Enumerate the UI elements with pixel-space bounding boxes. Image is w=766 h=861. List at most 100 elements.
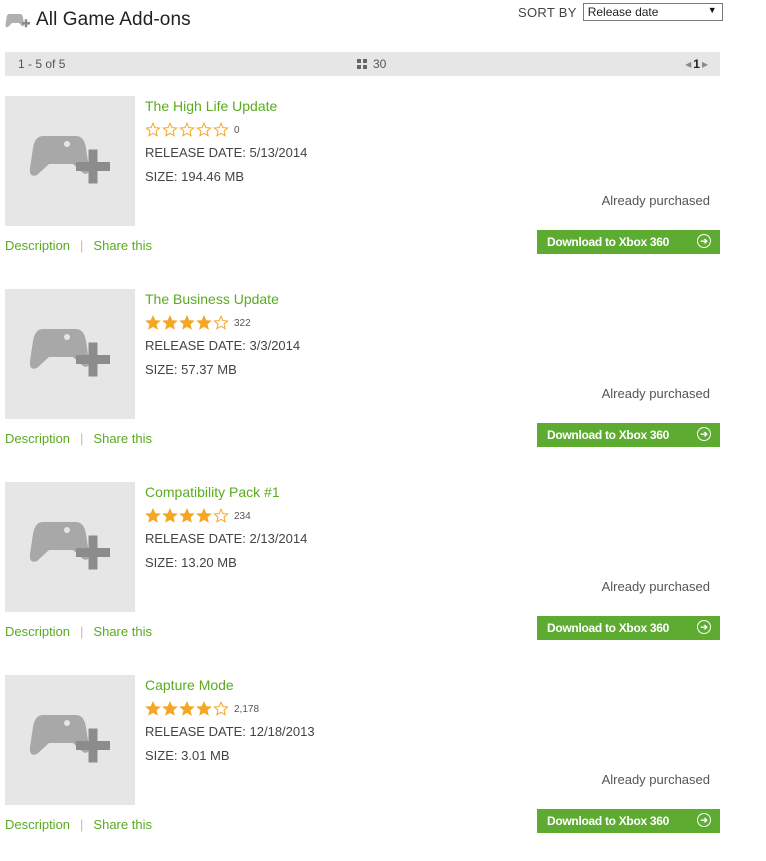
download-label: Download to Xbox 360	[547, 621, 670, 635]
download-button[interactable]: Download to Xbox 360 ➔	[537, 230, 720, 254]
addon-title[interactable]: The High Life Update	[145, 96, 307, 117]
link-divider: |	[80, 431, 84, 446]
star-empty-icon	[213, 508, 229, 523]
star-filled-icon	[179, 701, 195, 716]
item-links: Description | Share this	[5, 817, 152, 832]
addon-info: Capture Mode 2,178 RELEASE DATE: 12/18/2…	[145, 675, 315, 768]
addon-title[interactable]: Capture Mode	[145, 675, 315, 696]
description-link[interactable]: Description	[5, 817, 70, 832]
link-divider: |	[80, 817, 84, 832]
sort-select[interactable]: Release date ▼	[582, 3, 723, 21]
gamepad-plus-icon	[5, 14, 30, 28]
download-button[interactable]: Download to Xbox 360 ➔	[537, 423, 720, 447]
star-empty-icon	[213, 701, 229, 716]
addon-thumbnail[interactable]	[5, 675, 135, 805]
rating: 322	[145, 312, 300, 334]
item-links: Description | Share this	[5, 431, 152, 446]
addon-item: Capture Mode 2,178 RELEASE DATE: 12/18/2…	[5, 675, 720, 845]
release-date: RELEASE DATE: 5/13/2014	[145, 145, 308, 160]
item-links: Description | Share this	[5, 624, 152, 639]
arrow-right-circle-icon: ➔	[697, 620, 711, 634]
file-size: SIZE: 13.20 MB	[145, 555, 237, 570]
star-rating	[145, 122, 230, 138]
pagination-bar: 1 - 5 of 5 30 ◂ 1 ▸	[5, 52, 720, 76]
star-rating	[145, 315, 230, 331]
description-link[interactable]: Description	[5, 238, 70, 253]
share-link[interactable]: Share this	[93, 431, 152, 446]
addon-info: The Business Update 322 RELEASE DATE: 3/…	[145, 289, 300, 382]
file-size: SIZE: 3.01 MB	[145, 748, 230, 763]
star-rating	[145, 508, 230, 524]
download-button[interactable]: Download to Xbox 360 ➔	[537, 809, 720, 833]
addon-thumbnail[interactable]	[5, 482, 135, 612]
star-filled-icon	[162, 701, 178, 716]
star-filled-icon	[162, 315, 178, 330]
arrow-right-circle-icon: ➔	[697, 813, 711, 827]
release-date: RELEASE DATE: 3/3/2014	[145, 338, 301, 353]
release-date: RELEASE DATE: 12/18/2013	[145, 724, 315, 739]
addon-info: The High Life Update 0 RELEASE DATE: 5/1…	[145, 96, 307, 189]
share-link[interactable]: Share this	[93, 238, 152, 253]
arrow-right-circle-icon: ➔	[697, 427, 711, 441]
description-link[interactable]: Description	[5, 431, 70, 446]
items-per-page[interactable]: 30	[357, 57, 386, 71]
addon-title[interactable]: Compatibility Pack #1	[145, 482, 307, 503]
star-filled-icon	[162, 508, 178, 523]
gamepad-plus-icon	[29, 136, 110, 184]
description-link[interactable]: Description	[5, 624, 70, 639]
page-title: All Game Add-ons	[36, 9, 191, 30]
star-filled-icon	[145, 315, 161, 330]
download-label: Download to Xbox 360	[547, 428, 670, 442]
grid-icon	[357, 59, 367, 69]
star-empty-icon	[213, 315, 229, 330]
star-rating	[145, 701, 230, 717]
purchase-status: Already purchased	[601, 193, 710, 208]
prev-page-icon[interactable]: ◂	[685, 57, 691, 71]
addon-item: The Business Update 322 RELEASE DATE: 3/…	[5, 289, 720, 459]
download-label: Download to Xbox 360	[547, 235, 670, 249]
rating: 234	[145, 505, 307, 527]
rating-count: 322	[234, 317, 251, 329]
star-filled-icon	[145, 508, 161, 523]
star-filled-icon	[196, 315, 212, 330]
share-link[interactable]: Share this	[93, 817, 152, 832]
link-divider: |	[80, 624, 84, 639]
rating: 2,178	[145, 698, 315, 720]
next-page-icon[interactable]: ▸	[702, 57, 708, 71]
current-page[interactable]: 1	[693, 57, 700, 71]
star-filled-icon	[196, 701, 212, 716]
gamepad-plus-icon	[29, 715, 110, 763]
file-size: SIZE: 57.37 MB	[145, 362, 237, 377]
share-link[interactable]: Share this	[93, 624, 152, 639]
star-empty-icon	[213, 122, 229, 137]
star-filled-icon	[179, 315, 195, 330]
rating: 0	[145, 119, 307, 141]
download-button[interactable]: Download to Xbox 360 ➔	[537, 616, 720, 640]
addon-info: Compatibility Pack #1 234 RELEASE DATE: …	[145, 482, 307, 575]
star-empty-icon	[145, 122, 161, 137]
result-range: 1 - 5 of 5	[18, 57, 66, 71]
page-nav: ◂ 1 ▸	[685, 57, 708, 71]
file-size: SIZE: 194.46 MB	[145, 169, 244, 184]
sort-label: SORT BY	[518, 4, 577, 20]
purchase-status: Already purchased	[601, 386, 710, 401]
star-empty-icon	[162, 122, 178, 137]
addon-thumbnail[interactable]	[5, 96, 135, 226]
gamepad-plus-icon	[29, 329, 110, 377]
addon-thumbnail[interactable]	[5, 289, 135, 419]
sort-selected-value: Release date	[587, 5, 659, 19]
addon-title[interactable]: The Business Update	[145, 289, 300, 310]
rating-count: 0	[234, 124, 240, 136]
item-links: Description | Share this	[5, 238, 152, 253]
rating-count: 234	[234, 510, 251, 522]
gamepad-plus-icon	[29, 522, 110, 570]
download-label: Download to Xbox 360	[547, 814, 670, 828]
purchase-status: Already purchased	[601, 772, 710, 787]
page-header: All Game Add-ons	[5, 6, 191, 34]
star-filled-icon	[179, 508, 195, 523]
arrow-right-circle-icon: ➔	[697, 234, 711, 248]
purchase-status: Already purchased	[601, 579, 710, 594]
addon-item: The High Life Update 0 RELEASE DATE: 5/1…	[5, 96, 720, 266]
link-divider: |	[80, 238, 84, 253]
star-filled-icon	[196, 508, 212, 523]
